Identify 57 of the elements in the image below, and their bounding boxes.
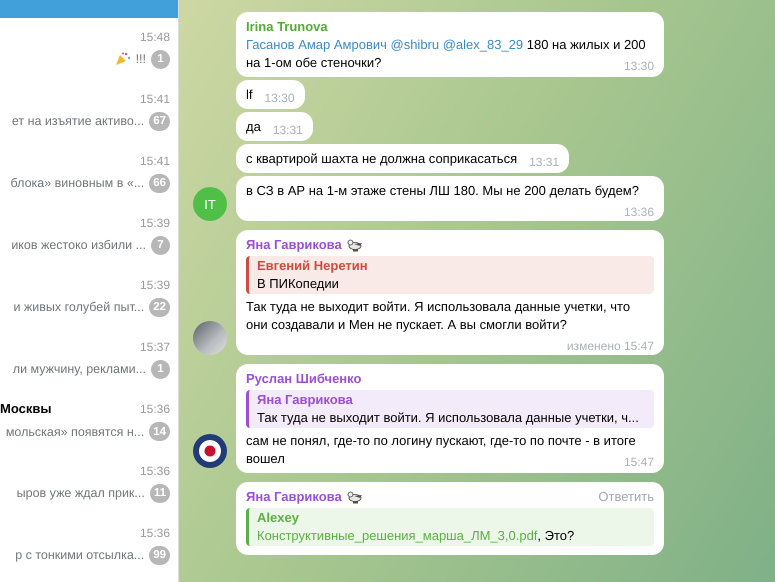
message-text: с квартирой шахта не должна соприкасаться 13:31	[246, 150, 560, 168]
chat-time: 15:37	[140, 340, 170, 354]
chat-time: 15:41	[140, 92, 170, 106]
chat-time: 15:36	[140, 526, 170, 540]
reply-author: Евгений Неретин	[257, 257, 369, 275]
chat-time: 15:39	[140, 216, 170, 230]
chat-preview[interactable]: ет на изъятие активо...	[12, 114, 144, 128]
avatar-initials[interactable]: IT	[193, 187, 227, 221]
message-time: 15:47	[624, 455, 654, 470]
chat-title[interactable]: Москвы	[0, 401, 52, 416]
sender-name[interactable]: Яна Гаврикова	[246, 236, 342, 254]
unread-count: 1	[151, 360, 170, 378]
message-time: 13:30	[264, 91, 295, 106]
sender-name[interactable]: Irina Trunova	[246, 18, 328, 36]
message-time: 13:31	[529, 155, 560, 170]
sender-name[interactable]: Руслан Шибченко	[246, 370, 362, 388]
message-text: да 13:31	[246, 118, 303, 136]
message-time: изменено 15:47	[566, 339, 654, 354]
message-text: сам не понял, где-то по логину пускают, где-то по почте - в итоге вошел 15:47	[246, 432, 654, 468]
chat-preview[interactable]: !!!	[136, 52, 146, 66]
chat-preview[interactable]: блока» виновным в «...	[10, 176, 144, 190]
reply-author: Яна Гаврикова	[257, 391, 354, 409]
quoted-reply[interactable]: Яна Гаврикова Так туда не выходит войти. Я использовала данные учетки, ч...	[246, 390, 654, 428]
unread-count: 22	[149, 298, 170, 316]
chat-preview[interactable]: мольская» появятся н...	[6, 424, 144, 438]
chat-preview[interactable]: ыров уже ждал прик...	[16, 486, 145, 500]
avatar-photo[interactable]	[193, 321, 227, 355]
chat-preview[interactable]: и живых голубей пыт...	[13, 300, 144, 314]
chat-preview[interactable]: р с тонкими отсылка...	[15, 548, 144, 562]
unread-count: 7	[151, 236, 170, 254]
reply-text: В ПИКопедии	[257, 275, 340, 293]
chat-time: 15:48	[140, 30, 170, 44]
chat-time: 15:39	[140, 278, 170, 292]
reply-link[interactable]: Ответить	[598, 488, 654, 506]
sender-name[interactable]: Яна Гаврикова	[246, 488, 342, 506]
quoted-reply[interactable]: Евгений Неретин В ПИКопедии	[246, 256, 654, 294]
chat-time: 15:36	[140, 402, 170, 416]
reply-author: Alexey	[257, 509, 300, 527]
reply-text: Конструктивные_решения_марша_ЛМ_3,0.pdf, Это?	[257, 527, 576, 545]
message-time: 13:36	[624, 205, 654, 220]
reply-text: Так туда не выходит войти. Я использовала данные учетки, ч...	[257, 409, 640, 427]
message-time: 13:31	[272, 123, 303, 138]
unread-count: 11	[150, 484, 170, 502]
message-text: lf 13:30	[246, 86, 295, 104]
roundel-avatar	[193, 434, 227, 468]
chat-preview[interactable]: иков жестоко избили ...	[11, 238, 146, 252]
unread-count: 67	[149, 112, 170, 130]
message-text: Гасанов Амар Амрович @shibru @alex_83_29 180 на жилых и 200 на 1-ом обе стеночки? 13:30	[246, 36, 654, 72]
chat-time: 15:41	[140, 154, 170, 168]
unread-count: 14	[149, 422, 170, 441]
quoted-reply[interactable]: Alexey Конструктивные_решения_марша_ЛМ_3,0.pdf, Это?	[246, 508, 654, 546]
chat-time: 15:36	[140, 464, 170, 478]
unread-count: 99	[149, 546, 170, 564]
unread-count: 1	[151, 50, 170, 68]
unread-count: 66	[149, 174, 170, 192]
message-time: 13:30	[624, 59, 654, 74]
chat-preview[interactable]: ли мужчину, реклами...	[12, 362, 146, 376]
